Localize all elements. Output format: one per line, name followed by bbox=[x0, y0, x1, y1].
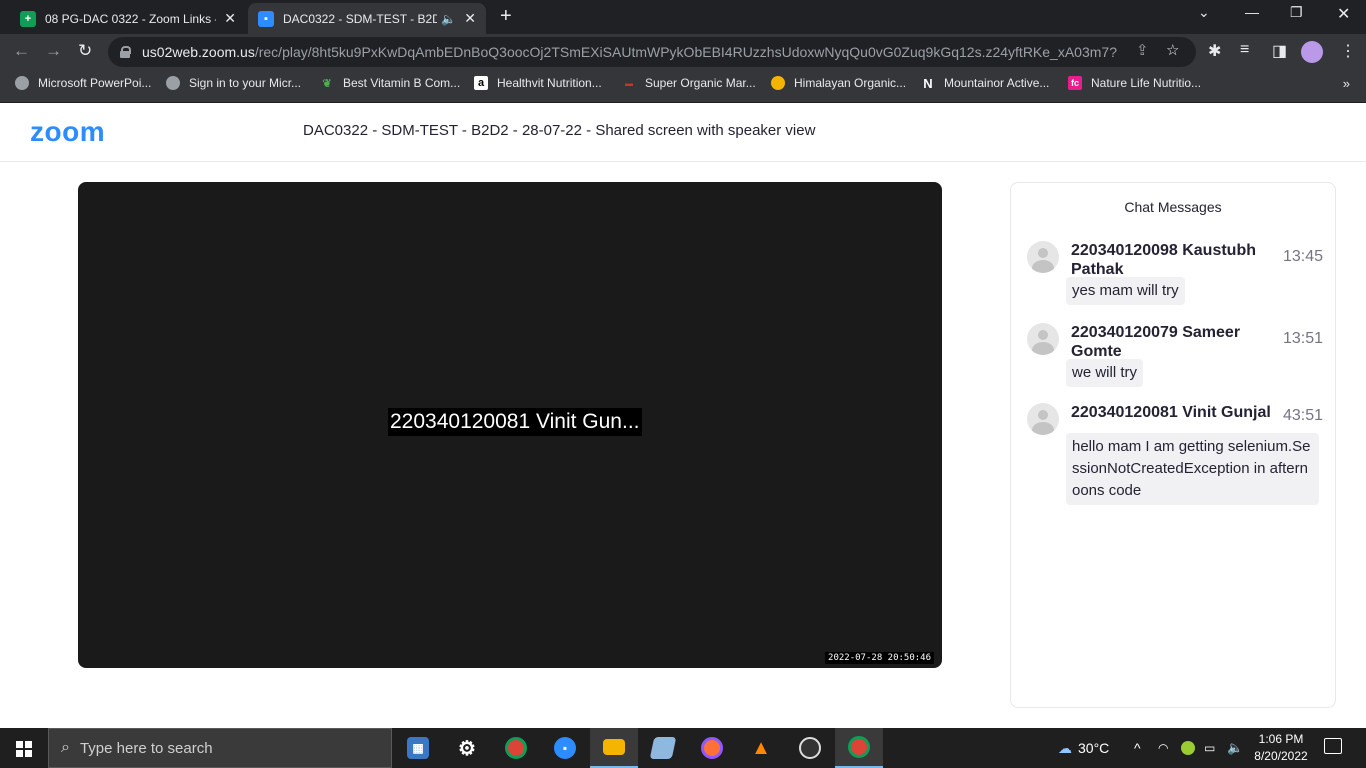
tab-title: DAC0322 - SDM-TEST - B2D2 bbox=[283, 11, 438, 26]
bookmark-item[interactable]: Himalayan Organic... bbox=[771, 76, 906, 90]
weather-icon: ☁ bbox=[1058, 739, 1072, 756]
tab-search-icon[interactable]: ⌄ bbox=[1198, 4, 1210, 21]
reload-button[interactable]: ↻ bbox=[78, 41, 92, 61]
wifi-icon[interactable]: ◠ bbox=[1158, 728, 1168, 768]
chat-text: yes mam will try bbox=[1066, 277, 1185, 305]
tab-title: 08 PG-DAC 0322 - Zoom Links - Goo bbox=[45, 11, 216, 26]
extensions-icon[interactable]: ✱ bbox=[1208, 41, 1221, 61]
weather-temp: 30°C bbox=[1078, 740, 1110, 756]
recording-title: DAC0322 - SDM-TEST - B2D2 - 28-07-22 - S… bbox=[303, 122, 816, 139]
tray-overflow-icon[interactable]: ^ bbox=[1134, 728, 1141, 768]
chat-text: we will try bbox=[1066, 359, 1144, 387]
bookmark-item[interactable]: ❦ Best Vitamin B Com... bbox=[320, 76, 460, 90]
new-tab-button[interactable]: + bbox=[500, 5, 512, 28]
n-icon: N bbox=[923, 75, 933, 91]
amazon-icon: a bbox=[474, 76, 488, 90]
lock-icon[interactable] bbox=[120, 46, 131, 58]
speaker-name-label: 220340120081 Vinit Gun... bbox=[388, 408, 642, 436]
browser-toolbar: ← → ↻ us02web.zoom.us/rec/play/8ht5ku9Px… bbox=[0, 34, 1366, 70]
chat-heading: Chat Messages bbox=[1124, 199, 1222, 215]
close-tab-icon[interactable]: ✕ bbox=[464, 10, 476, 27]
clock-time: 1:06 PM bbox=[1258, 732, 1304, 746]
chat-text: hello mam I am getting selenium.SessionN… bbox=[1066, 433, 1319, 505]
restore-button[interactable]: ❐ bbox=[1290, 4, 1303, 21]
chat-time: 43:51 bbox=[1282, 407, 1323, 424]
share-icon[interactable]: ⇪ bbox=[1136, 41, 1149, 59]
more-bookmarks-button[interactable]: » bbox=[1343, 76, 1350, 91]
avatar bbox=[1027, 403, 1059, 435]
profile-avatar[interactable] bbox=[1301, 41, 1323, 63]
sheets-icon: + bbox=[20, 10, 36, 27]
clock-date: 8/20/2022 bbox=[1254, 749, 1308, 763]
search-icon: ⌕ bbox=[61, 739, 70, 756]
chat-sender: 220340120081 Vinit Gunjal bbox=[1071, 404, 1271, 421]
chat-time: 13:45 bbox=[1282, 248, 1323, 265]
chat-sender: 220340120098 Kaustubh Pathak bbox=[1071, 242, 1256, 278]
globe-icon bbox=[166, 76, 180, 90]
video-player[interactable]: 220340120081 Vinit Gun... 2022-07-28 20:… bbox=[78, 182, 942, 668]
obs-icon[interactable] bbox=[786, 728, 834, 768]
notification-center-icon[interactable] bbox=[1324, 738, 1342, 754]
organic-icon: ▬ bbox=[625, 78, 633, 88]
tab-zoom-recording[interactable]: ▪ DAC0322 - SDM-TEST - B2D2 🔈 ✕ bbox=[248, 3, 486, 34]
tab-zoom-links[interactable]: + 08 PG-DAC 0322 - Zoom Links - Goo ✕ bbox=[10, 3, 246, 34]
url-text: us02web.zoom.us/rec/play/8ht5ku9PxKwDqAm… bbox=[142, 44, 1117, 60]
bookmark-item[interactable]: Sign in to your Micr... bbox=[166, 76, 301, 90]
battery-icon[interactable]: ▭ bbox=[1204, 728, 1215, 768]
settings-icon[interactable]: ⚙ bbox=[443, 728, 491, 768]
chrome-profile-icon[interactable] bbox=[835, 728, 883, 768]
bookmark-item[interactable]: fc Nature Life Nutritio... bbox=[1068, 76, 1201, 90]
bookmark-item[interactable]: N Mountainor Active... bbox=[921, 75, 1049, 91]
vlc-icon[interactable]: ▲ bbox=[737, 728, 785, 768]
close-tab-icon[interactable]: ✕ bbox=[224, 10, 236, 27]
zoom-header: zoom DAC0322 - SDM-TEST - B2D2 - 28-07-2… bbox=[0, 103, 1366, 162]
weather-widget[interactable]: ☁ 30°C bbox=[1058, 728, 1109, 768]
forward-button[interactable]: → bbox=[45, 41, 62, 61]
speaker-icon[interactable]: 🔈 bbox=[441, 12, 456, 26]
taskbar: ⌕ Type here to search ▦ ⚙ ▪ ▲ ☁ 30°C ^ ◠… bbox=[0, 728, 1366, 768]
fc-icon: fc bbox=[1068, 76, 1082, 90]
volume-icon[interactable]: 🔈 bbox=[1227, 728, 1243, 768]
file-explorer-icon[interactable] bbox=[590, 728, 638, 768]
minimize-button[interactable]: — bbox=[1245, 4, 1259, 20]
zoom-app-icon[interactable]: ▪ bbox=[541, 728, 589, 768]
bookmark-star-icon[interactable]: ☆ bbox=[1166, 41, 1179, 59]
menu-icon[interactable]: ⋮ bbox=[1340, 41, 1356, 61]
avatar bbox=[1027, 323, 1059, 355]
globe-icon bbox=[15, 76, 29, 90]
leaf-icon: ❦ bbox=[322, 77, 332, 90]
chat-time: 13:51 bbox=[1282, 330, 1323, 347]
zoom-logo[interactable]: zoom bbox=[30, 116, 105, 148]
himalayan-icon bbox=[771, 76, 785, 90]
recording-timestamp: 2022-07-28 20:50:46 bbox=[825, 652, 934, 664]
browser-tab-strip: + 08 PG-DAC 0322 - Zoom Links - Goo ✕ ▪ … bbox=[0, 0, 1366, 34]
windows-start-icon[interactable] bbox=[16, 741, 32, 757]
media-control-icon[interactable]: ≡ bbox=[1240, 41, 1249, 59]
notepad-icon[interactable] bbox=[639, 728, 687, 768]
taskbar-search-box[interactable]: ⌕ Type here to search bbox=[48, 728, 392, 768]
bookmark-item[interactable]: Microsoft PowerPoi... bbox=[15, 76, 151, 90]
back-button[interactable]: ← bbox=[13, 41, 30, 61]
calculator-icon[interactable]: ▦ bbox=[394, 728, 442, 768]
security-icon[interactable] bbox=[1181, 728, 1195, 768]
bookmark-item[interactable]: ▬ Super Organic Mar... bbox=[622, 76, 756, 90]
address-bar[interactable]: us02web.zoom.us/rec/play/8ht5ku9PxKwDqAm… bbox=[108, 37, 1196, 67]
system-clock[interactable]: 1:06 PM 8/20/2022 bbox=[1246, 731, 1316, 765]
chrome-icon[interactable] bbox=[492, 728, 540, 768]
zoom-icon: ▪ bbox=[258, 10, 274, 27]
avatar bbox=[1027, 241, 1059, 273]
chat-sender: 220340120079 Sameer Gomte bbox=[1071, 324, 1241, 360]
close-window-button[interactable]: ✕ bbox=[1337, 4, 1350, 24]
bookmarks-bar: Microsoft PowerPoi... Sign in to your Mi… bbox=[0, 70, 1366, 103]
search-placeholder: Type here to search bbox=[79, 739, 213, 757]
firefox-icon[interactable] bbox=[688, 728, 736, 768]
side-panel-icon[interactable]: ◨ bbox=[1272, 41, 1287, 61]
chat-panel: Chat Messages 220340120098 Kaustubh Path… bbox=[1010, 182, 1336, 708]
bookmark-item[interactable]: a Healthvit Nutrition... bbox=[474, 76, 602, 90]
